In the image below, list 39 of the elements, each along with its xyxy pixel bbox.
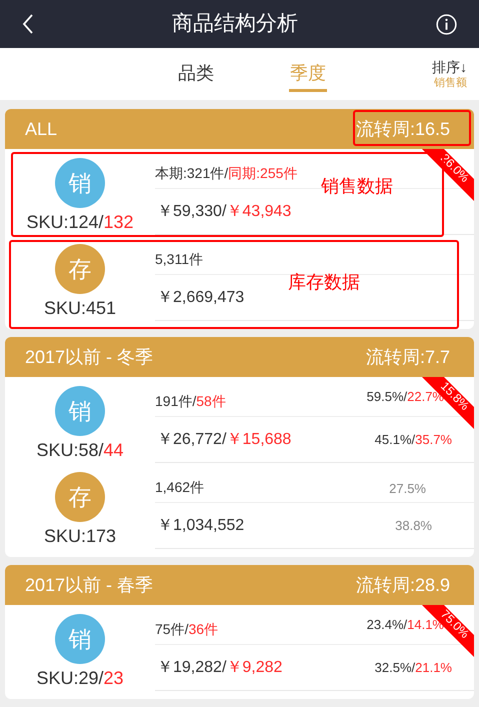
turnover-text: 流转周:16.5 <box>356 118 450 140</box>
amount-share: 45.1%/35.7% <box>374 430 452 449</box>
sort-value: 销售额 <box>434 76 467 90</box>
quantity-share: 27.5% <box>389 480 426 498</box>
quantity-text: 本期:321件/同期:255件 <box>155 164 298 183</box>
turnover-text: 流转周:28.9 <box>356 574 450 596</box>
page-title: 商品结构分析 <box>172 11 298 38</box>
corner-ribbon <box>422 149 474 201</box>
sku-count: SKU:124/132 <box>26 211 134 233</box>
stock-badge: 存 <box>55 472 105 522</box>
tab[interactable]: 品类 <box>140 48 252 100</box>
sku-count: SKU:29/23 <box>36 667 124 689</box>
amount-text: ￥59,330/￥43,943 <box>156 202 292 222</box>
amount-text: ￥1,034,552 <box>156 516 244 536</box>
sort-button[interactable]: 排序↓ <box>432 58 467 76</box>
back-icon[interactable] <box>22 14 34 34</box>
section-title: 2017以前 - 春季 <box>25 574 154 596</box>
amount-text: ￥2,669,473 <box>156 288 244 308</box>
annotation-label: 销售数据 <box>321 175 393 198</box>
annotation-label: 库存数据 <box>288 271 360 294</box>
quantity-text: 191件/58件 <box>155 392 226 411</box>
turnover-text: 流转周:7.7 <box>366 346 450 368</box>
quantity-text: 1,462件 <box>155 478 204 497</box>
quantity-text: 5,311件 <box>155 250 203 269</box>
amount-text: ￥26,772/￥15,688 <box>156 430 292 450</box>
quantity-text: 75件/36件 <box>155 620 218 639</box>
amount-share: 38.8% <box>395 516 432 535</box>
info-icon[interactable] <box>436 14 457 34</box>
sales-badge: 销 <box>55 386 105 436</box>
amount-share: 32.5%/21.1% <box>374 658 452 677</box>
sku-count: SKU:58/44 <box>36 439 124 461</box>
sku-count: SKU:173 <box>44 525 116 547</box>
sales-badge: 销 <box>55 614 105 664</box>
amount-text: ￥19,282/￥9,282 <box>156 658 282 678</box>
stock-badge: 存 <box>55 244 105 294</box>
sales-badge: 销 <box>55 158 105 208</box>
section-title: 2017以前 - 冬季 <box>25 346 154 368</box>
sku-count: SKU:451 <box>44 297 116 319</box>
section-title: ALL <box>25 118 58 140</box>
